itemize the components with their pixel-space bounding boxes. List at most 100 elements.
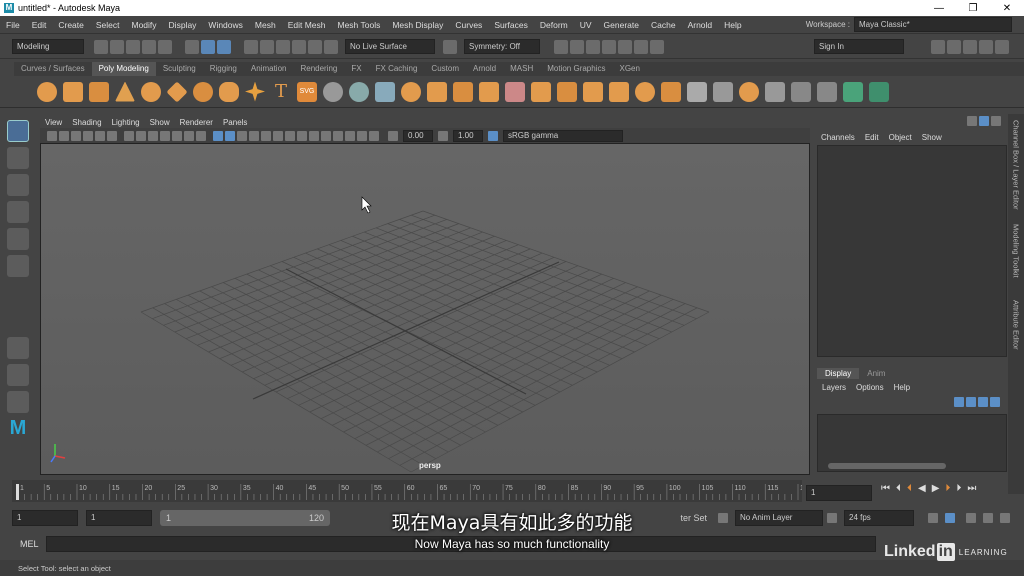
menu-cache[interactable]: Cache: [645, 20, 682, 30]
viewport-menu-shading[interactable]: Shading: [67, 118, 106, 127]
shadows-icon[interactable]: [273, 130, 283, 141]
hypershade-icon[interactable]: [602, 39, 616, 54]
menu-mesh-tools[interactable]: Mesh Tools: [332, 20, 387, 30]
shelf-tab-curves-surfaces[interactable]: Curves / Surfaces: [14, 62, 92, 76]
shelf-tab-xgen[interactable]: XGen: [612, 62, 646, 76]
select-camera-icon[interactable]: [47, 130, 57, 141]
poly-plane-icon[interactable]: [166, 80, 188, 103]
isolate-select-icon[interactable]: [333, 130, 343, 141]
select-by-object-icon[interactable]: [201, 39, 215, 54]
human-ik-toggle-icon[interactable]: [947, 40, 961, 54]
ambient-occlusion-icon[interactable]: [285, 130, 295, 141]
poly-sphere-icon[interactable]: [37, 81, 57, 102]
undo-icon[interactable]: [142, 39, 156, 54]
layers-options-menu[interactable]: Options: [851, 383, 889, 392]
append-polygon-icon[interactable]: [609, 81, 629, 102]
sign-in-button[interactable]: Sign In: [814, 39, 904, 54]
snap-point-icon[interactable]: [276, 39, 290, 54]
history-icon[interactable]: [443, 39, 457, 54]
type-tool-icon[interactable]: T: [271, 81, 291, 102]
image-plane-icon[interactable]: [83, 130, 93, 141]
channels-edit-menu[interactable]: Edit: [860, 133, 884, 142]
poly-cone-icon[interactable]: [115, 81, 135, 102]
use-lights-icon[interactable]: [261, 130, 271, 141]
shelf-tab-poly-modeling[interactable]: Poly Modeling: [91, 62, 156, 76]
film-gate-icon[interactable]: [136, 130, 146, 141]
shelf-tab-fx-caching[interactable]: FX Caching: [369, 62, 425, 76]
bridge-icon[interactable]: [505, 81, 525, 102]
step-back-key-icon[interactable]: ⏴: [907, 483, 912, 494]
menu-create[interactable]: Create: [52, 20, 90, 30]
channel-box-layout-icon[interactable]: [967, 116, 977, 126]
layer-list[interactable]: [817, 414, 1007, 472]
menu-mesh-display[interactable]: Mesh Display: [386, 20, 449, 30]
target-weld-icon[interactable]: [687, 81, 707, 102]
smooth-shade-icon[interactable]: [225, 130, 235, 141]
time-slider[interactable]: 1 5 10 15 20 25 30 35 40 45 50 55 60 65 70 75 80 85 90 95 10…: [12, 480, 808, 502]
workspace-dropdown[interactable]: Maya Classic*: [854, 17, 1012, 32]
xray-icon[interactable]: [249, 130, 259, 141]
gamma-field[interactable]: 1.00: [453, 129, 483, 142]
resolution-gate-icon[interactable]: [148, 130, 158, 141]
wireframe-on-shaded-icon[interactable]: [237, 130, 247, 141]
menu-uv[interactable]: UV: [574, 20, 598, 30]
viewport-menu-view[interactable]: View: [40, 118, 67, 127]
ipr-render-icon[interactable]: [570, 39, 584, 54]
shelf-tab-sculpting[interactable]: Sculpting: [156, 62, 203, 76]
color-management-icon[interactable]: [488, 130, 498, 141]
shelf-tab-mash[interactable]: MASH: [503, 62, 540, 76]
render-view-icon[interactable]: [618, 39, 632, 54]
poly-cube-icon[interactable]: [63, 81, 83, 102]
minimize-button[interactable]: —: [922, 3, 956, 14]
open-scene-icon[interactable]: [110, 39, 124, 54]
new-empty-layer-icon[interactable]: [978, 397, 988, 407]
modeling-toolkit-toggle-icon[interactable]: [931, 40, 945, 54]
motion-blur-icon[interactable]: [297, 130, 307, 141]
combine-icon[interactable]: [323, 81, 343, 102]
layers-menu[interactable]: Layers: [817, 383, 851, 392]
2d-pan-zoom-icon[interactable]: [95, 130, 105, 141]
shelf-tab-rendering[interactable]: Rendering: [293, 62, 344, 76]
bevel-icon[interactable]: [557, 81, 577, 102]
safe-action-icon[interactable]: [184, 130, 194, 141]
layer-move-down-icon[interactable]: [966, 397, 976, 407]
exposure-field[interactable]: 0.00: [403, 129, 433, 142]
bridge-faces-icon[interactable]: [583, 81, 603, 102]
shelf-settings-icon[interactable]: [843, 81, 863, 102]
channel-box-help-icon[interactable]: [979, 116, 989, 126]
shelf-tab-animation[interactable]: Animation: [244, 62, 294, 76]
cylindrical-map-icon[interactable]: [817, 81, 837, 102]
poly-torus-icon[interactable]: [141, 81, 161, 102]
view-transform-dropdown[interactable]: sRGB gamma: [503, 129, 623, 142]
shelf-tab-fx[interactable]: FX: [344, 62, 368, 76]
camera-attributes-icon[interactable]: [59, 130, 69, 141]
gamma-icon[interactable]: [438, 130, 448, 141]
paint-select-tool-icon[interactable]: [7, 174, 29, 196]
menu-help[interactable]: Help: [718, 20, 747, 30]
separate-icon[interactable]: [349, 81, 369, 102]
poly-cylinder-icon[interactable]: [89, 81, 109, 102]
scale-tool-icon[interactable]: [7, 255, 29, 277]
attribute-editor-toggle-icon[interactable]: [963, 40, 977, 54]
go-to-end-icon[interactable]: ⏭: [967, 483, 976, 494]
hud-icon[interactable]: [369, 130, 379, 141]
go-to-start-icon[interactable]: ⏮: [881, 483, 890, 494]
planar-map-icon[interactable]: [791, 81, 811, 102]
platonic-solid-icon[interactable]: [219, 81, 239, 102]
menu-edit[interactable]: Edit: [26, 20, 53, 30]
menu-edit-mesh[interactable]: Edit Mesh: [282, 20, 332, 30]
side-tab-modeling-toolkit[interactable]: Modeling Toolkit: [1012, 224, 1021, 294]
uv-editor-icon[interactable]: [765, 81, 785, 102]
side-tab-channel-box[interactable]: Channel Box / Layer Editor: [1012, 120, 1021, 218]
current-frame-field[interactable]: 1: [806, 485, 872, 501]
viewport-menu-lighting[interactable]: Lighting: [107, 118, 145, 127]
center-pivot-icon[interactable]: [713, 81, 733, 102]
menu-deform[interactable]: Deform: [534, 20, 574, 30]
step-back-frame-icon[interactable]: ⏴: [896, 483, 901, 494]
shelf-tab-rigging[interactable]: Rigging: [203, 62, 244, 76]
snap-projected-icon[interactable]: [324, 39, 338, 54]
live-surface-field[interactable]: No Live Surface: [345, 39, 435, 54]
snap-live-icon[interactable]: [308, 39, 322, 54]
exposure-icon[interactable]: [388, 130, 398, 141]
mirror-icon[interactable]: [453, 81, 473, 102]
